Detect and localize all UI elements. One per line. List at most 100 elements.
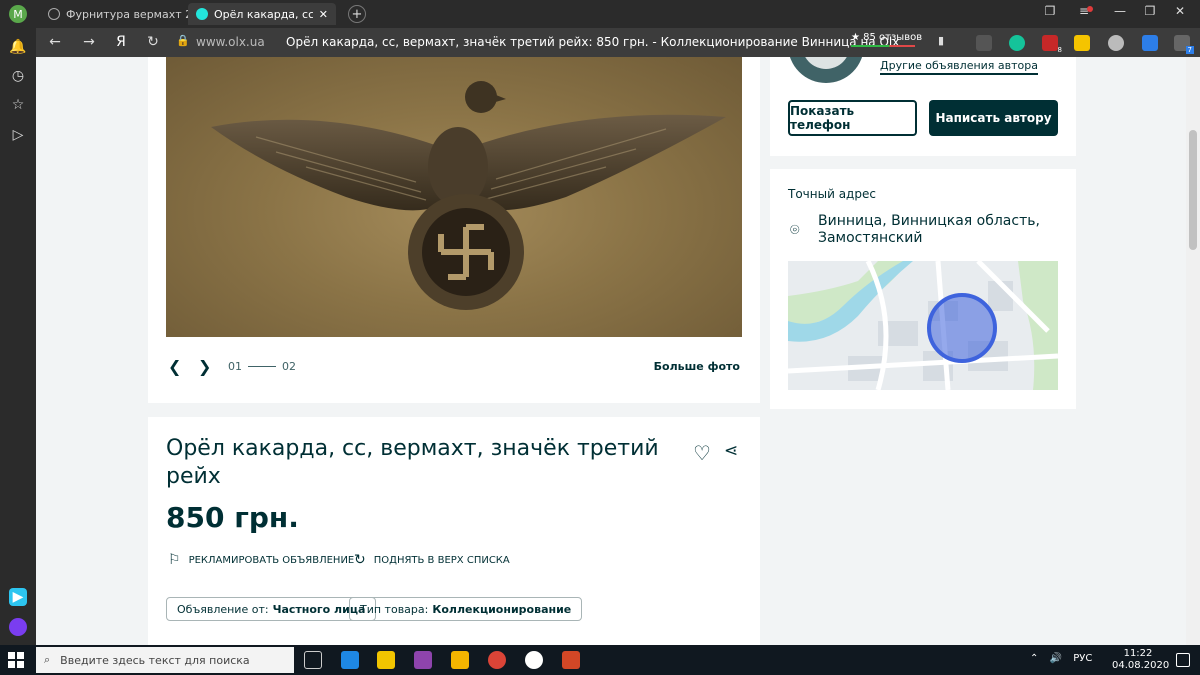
ad-details-card: Орёл какарда, сс, вермахт, значёк третий… — [148, 417, 760, 645]
show-phone-button[interactable]: Показать телефон — [788, 100, 917, 136]
new-tab-button[interactable]: + — [348, 5, 366, 23]
tab-label: Фурнитура вермахт 2 | REI — [66, 7, 188, 21]
powerpoint-icon[interactable] — [562, 651, 580, 669]
aliexpress-icon[interactable]: 8 — [1042, 35, 1062, 54]
extension-circle-icon[interactable] — [1108, 35, 1124, 51]
shield-icon[interactable] — [1142, 35, 1158, 51]
store-icon[interactable] — [377, 651, 395, 669]
close-tab-icon[interactable]: ✕ — [319, 8, 328, 21]
address-title: Точный адрес — [788, 187, 876, 201]
seller-avatar — [788, 57, 864, 83]
clock-time: 11:22 — [1123, 648, 1153, 659]
taskbar-search[interactable]: ⌕ Введите здесь текст для поиска — [36, 647, 294, 673]
forward-icon[interactable]: → — [80, 34, 98, 50]
chrome-icon[interactable] — [488, 651, 506, 669]
back-icon[interactable]: ← — [46, 34, 64, 50]
globe-icon — [48, 8, 60, 20]
download-icon[interactable]: 7 — [1174, 35, 1194, 54]
sound-icon[interactable]: 🔊 — [1050, 653, 1062, 664]
pager-divider — [248, 366, 276, 367]
prev-photo-icon[interactable]: ❮ — [168, 357, 181, 376]
search-placeholder: Введите здесь текст для поиска — [60, 653, 250, 667]
restore-button[interactable]: ❐ — [1140, 4, 1160, 18]
promote-label: РЕКЛАМИРОВАТЬ ОБЪЯВЛЕНИЕ — [188, 554, 355, 566]
windows-taskbar: ⌕ Введите здесь текст для поиска ⌃ 🔊 РУС… — [0, 645, 1200, 675]
map-graphic — [788, 261, 1058, 390]
browser-sidebar: 🔔 ◷ ☆ ▷ ▶ — [0, 28, 36, 645]
bell-icon[interactable]: 🔔 — [9, 38, 27, 56]
alice-icon[interactable] — [9, 618, 27, 636]
share-icon[interactable]: ⋖ — [724, 441, 738, 461]
bigger-photo-link[interactable]: Больше фото — [654, 360, 740, 373]
task-view-icon[interactable] — [304, 651, 322, 669]
browser-navbar: ← → Я ↻ 🔒 www.olx.ua Орёл какарда, сс, в… — [36, 28, 1200, 57]
reload-icon[interactable]: ↻ — [144, 34, 162, 50]
address-text: Винница, Винницкая область, Замостянский — [818, 213, 1040, 246]
tray-chevron-icon[interactable]: ⌃ — [1030, 653, 1038, 664]
favorite-heart-icon[interactable]: ♡ — [693, 441, 711, 465]
reviews-badge[interactable]: ★ 85 отзывов — [851, 32, 922, 47]
bookmark-icon[interactable]: ▮ — [932, 34, 950, 47]
ae-badge: 8 — [1057, 46, 1062, 54]
app-icon[interactable] — [414, 651, 432, 669]
watcher-icon[interactable] — [1074, 35, 1090, 51]
pager-total: 02 — [282, 360, 296, 373]
eagle-badge-image — [211, 81, 726, 310]
location-map[interactable] — [788, 261, 1058, 390]
system-tray[interactable]: ⌃ 🔊 РУС — [1030, 653, 1092, 664]
notification-dot — [1087, 6, 1093, 12]
download-badge: 7 — [1185, 46, 1194, 54]
next-photo-icon[interactable]: ❯ — [198, 357, 211, 376]
collections-icon[interactable]: ❐ — [1040, 4, 1060, 18]
listing-photo[interactable] — [166, 57, 742, 337]
reviews-label: ★ 85 отзывов — [851, 32, 923, 43]
seller-type-chip[interactable]: Объявление от: Частного лица — [166, 597, 377, 621]
minimize-button[interactable]: — — [1110, 4, 1130, 18]
address-card: Точный адрес ⌾ Винница, Винницкая област… — [770, 169, 1076, 409]
location-pin-icon: ⌾ — [790, 220, 800, 239]
promote-ad-link[interactable]: ⚐ РЕКЛАМИРОВАТЬ ОБЪЯВЛЕНИЕ — [168, 552, 354, 568]
file-explorer-icon[interactable] — [451, 651, 469, 669]
ad-price: 850 грн. — [166, 501, 299, 534]
yandex-browser-icon[interactable] — [525, 651, 543, 669]
clock-date: 04.08.2020 — [1112, 660, 1170, 671]
browser-titlebar: M Фурнитура вермахт 2 | REI Орёл какарда… — [0, 0, 1200, 28]
page-content: ❮ ❯ 01 02 Больше фото Орёл какарда, сс, … — [36, 57, 1186, 645]
windows-start-icon[interactable] — [8, 652, 24, 668]
tab-olx-active[interactable]: Орёл какарда, сс, вермах ✕ — [188, 3, 336, 25]
raise-label: ПОДНЯТЬ В ВЕРХ СПИСКА — [373, 554, 510, 566]
star-icon[interactable]: ☆ — [9, 96, 27, 114]
bookmark-flag-icon: ⚐ — [168, 552, 181, 568]
notifications-icon[interactable] — [1176, 653, 1190, 667]
address-bar-title[interactable]: Орёл какарда, сс, вермахт, значёк третий… — [286, 35, 899, 49]
grammarly-icon[interactable] — [1009, 35, 1025, 51]
yandex-icon[interactable]: Я — [112, 34, 130, 50]
mail-icon[interactable] — [341, 651, 359, 669]
language-indicator[interactable]: РУС — [1073, 653, 1092, 664]
reviews-rating-bar — [851, 45, 915, 47]
tab-label: Орёл какарда, сс, вермах — [214, 7, 313, 21]
messenger-icon[interactable]: ▶ — [9, 588, 27, 606]
photo-gallery: ❮ ❯ 01 02 Больше фото — [148, 57, 760, 403]
chip-key: Тип товара: — [360, 602, 429, 616]
seller-card: Другие объявления автора Показать телефо… — [770, 57, 1076, 156]
ad-title: Орёл какарда, сс, вермахт, значёк третий… — [166, 436, 659, 489]
extension-grid-icon[interactable] — [976, 35, 992, 51]
chip-value: Коллекционирование — [432, 602, 572, 616]
close-window-button[interactable]: ✕ — [1170, 4, 1190, 18]
scrollbar-thumb[interactable] — [1189, 130, 1197, 250]
play-icon[interactable]: ▷ — [9, 126, 27, 144]
tab-furnitura[interactable]: Фурнитура вермахт 2 | REI — [40, 3, 188, 25]
search-icon: ⌕ — [44, 653, 51, 666]
taskbar-clock[interactable]: 11:22 04.08.2020 — [1112, 648, 1170, 672]
raise-ad-link[interactable]: ↻ ПОДНЯТЬ В ВЕРХ СПИСКА — [354, 552, 510, 568]
write-author-button[interactable]: Написать автору — [929, 100, 1058, 136]
profile-avatar[interactable]: M — [9, 5, 27, 23]
lock-icon[interactable]: 🔒 — [174, 34, 192, 47]
chip-key: Объявление от: — [177, 602, 269, 616]
clock-icon[interactable]: ◷ — [9, 67, 27, 85]
other-ads-link[interactable]: Другие объявления автора — [880, 59, 1039, 75]
url-host[interactable]: www.olx.ua — [196, 35, 265, 49]
olx-favicon-icon — [196, 8, 208, 20]
product-type-chip[interactable]: Тип товара: Коллекционирование — [349, 597, 583, 621]
